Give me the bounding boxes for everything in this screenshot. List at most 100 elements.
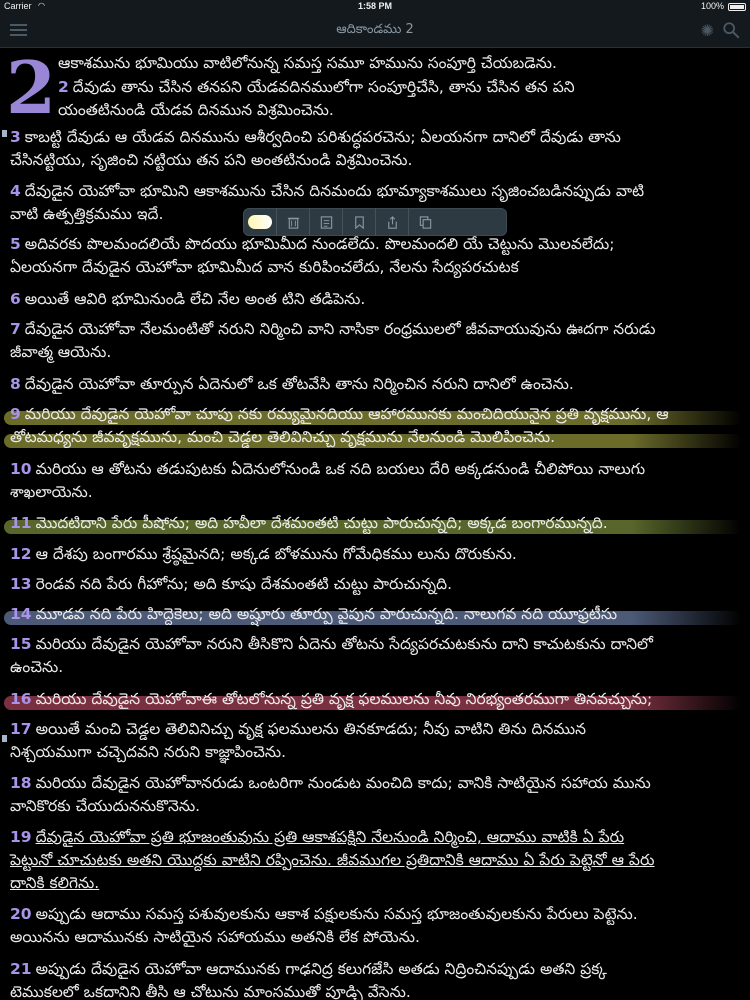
verse-number: 12 [10,545,32,563]
verse-text: నిశ్చయముగా చచ్చెదవని నరుని కాజ్ఞాపించెను… [10,743,287,761]
verse-number: 16 [10,690,32,708]
verse-text: ఆ దేశపు బంగారము శ్రేష్ఠమైనది; అక్కడ బోళమ… [35,545,517,563]
verse-13[interactable]: 13 రెండవ నది పేరు గీహోను; అది కూషు దేశమంత… [10,573,740,596]
verse-action-popup [243,208,507,236]
copy-icon [419,215,432,229]
clock: 1:58 PM [357,1,392,11]
menu-icon[interactable] [10,24,27,37]
verse-text: అయినను ఆదామునకు సాటియైన సహాయము అతనికి లే… [10,928,420,946]
verse-number: 3 [10,128,21,146]
delete-button[interactable] [277,208,310,236]
verse-text: ఏలయనగా దేవుడైన యెహోవా భూమిమీద వాన కురిపి… [10,258,519,276]
verse-number: 6 [10,290,21,308]
verse-number: 5 [10,235,21,253]
verse-number: 8 [10,375,21,393]
verse-text: టెముకలలో ఒకదానిని తీసి ఆ చోటును మాంసముతో… [10,983,411,1000]
verse-8[interactable]: 8 దేవుడైన యెహోవా తూర్పున ఏదెనులో ఒక తోటవే… [10,373,740,396]
verse-text: దేవుడైన యెహోవా ప్రతి భూజంతువును ప్రతి ఆక… [35,828,625,846]
verse-number: 14 [10,605,32,623]
chapter-content[interactable]: 2 ఆకాశమును భూమియు వాటిలోనున్న సమస్త సమూ … [0,48,750,1000]
verse-text: దేవుడు తాను చేసిన తనపని యేడవదినములోగా సం… [72,78,575,96]
verse-number: 20 [10,905,32,923]
verse-text: అప్పుడు ఆదాము సమస్త పశువులకును ఆకాశ పక్ష… [35,905,638,923]
chapter-number: 2 [6,48,57,130]
verse-16[interactable]: 16 మరియు దేవుడైన యెహోవాఈ తోటలోనున్న ప్రతి… [10,688,740,711]
verse-text: అయితే ఆవిరి భూమినుండి లేచి నేల అంత టిని … [24,290,366,308]
verse-text: కాబట్టి దేవుడు ఆ యేడవ దినమును ఆశీర్వదించ… [24,128,621,146]
verse-number: 21 [10,960,32,978]
verse-7[interactable]: 7 దేవుడైన యెహోవా నేలమంటితో నరుని నిర్మించ… [10,318,740,364]
verse-text: ఆకాశమును భూమియు వాటిలోనున్న సమస్త సమూ హమ… [58,54,557,72]
bookmark-marker[interactable] [2,130,7,137]
verse-19[interactable]: 19 దేవుడైన యెహోవా ప్రతి భూజంతువును ప్రతి … [10,826,740,895]
verse-text: దేవుడైన యెహోవా తూర్పున ఏదెనులో ఒక తోటవేస… [24,375,574,393]
verse-number: 18 [10,774,32,792]
battery-icon [728,3,746,11]
verse-11[interactable]: 11 మొదటిదాని పేరు పీషోను; అది హవీలా దేశమం… [10,512,740,535]
copy-button[interactable] [409,208,442,236]
verse-12[interactable]: 12 ఆ దేశపు బంగారము శ్రేష్ఠమైనది; అక్కడ బో… [10,543,740,566]
verse-text: అప్పుడు దేవుడైన యెహోవా ఆదామునకు గాఢనిద్ర… [35,960,607,978]
verse-text: మరియు దేవుడైన యెహోవానరుడు ఒంటరిగా నుండుట… [35,774,651,792]
verse-6[interactable]: 6 అయితే ఆవిరి భూమినుండి లేచి నేల అంత టిని… [10,288,740,311]
note-icon [320,215,332,229]
bookmark-button[interactable] [343,208,376,236]
verse-15[interactable]: 15 మరియు దేవుడైన యెహోవా నరుని తీసికొని ఏద… [10,633,740,679]
verse-text: తోటమధ్యను జీవవృక్షమును, మంచి చెడ్డల తెలి… [10,428,556,446]
chapter-title: ఆదికాండము 2 [0,22,750,40]
verse-number: 7 [10,320,21,338]
share-icon [387,215,397,229]
verse-text: మరియు ఆ తోటను తడుపుటకు ఏదెనులోనుండి ఒక న… [35,460,646,478]
verse-text: అయితే మంచి చెడ్డల తెలివినిచ్చు వృక్ష ఫలమ… [35,720,587,738]
verse-number: 4 [10,182,21,200]
status-bar: Carrier ◠ 1:58 PM 100% [0,0,750,14]
verse-text: పెట్టునో చూచుటకు అతని యొద్దకు వాటిని రప్… [10,851,655,869]
verse-number: 19 [10,828,32,846]
verse-2[interactable]: 2 దేవుడు తాను చేసిన తనపని యేడవదినములోగా స… [58,76,740,122]
share-button[interactable] [376,208,409,236]
verse-text: మొదటిదాని పేరు పీషోను; అది హవీలా దేశమంతట… [35,514,608,532]
verse-text: ఉంచెను. [10,658,64,676]
verse-20[interactable]: 20 అప్పుడు ఆదాము సమస్త పశువులకును ఆకాశ పక… [10,903,740,949]
verse-text: దేవుడైన యెహోవా నేలమంటితో నరుని నిర్మించి… [24,320,656,338]
verse-text: దేవుడైన యెహోవా భూమిని ఆకాశమును చేసిన దిన… [24,182,645,200]
verse-text: మూడవ నది పేరు హిద్దెకెలు; అది అష్షూరు తూ… [35,605,618,623]
verse-number: 2 [58,78,69,96]
brightness-icon[interactable]: ✺ [701,21,714,40]
verse-3[interactable]: 3 కాబట్టి దేవుడు ఆ యేడవ దినమును ఆశీర్వదిం… [10,126,740,172]
trash-icon [287,217,299,229]
verse-21[interactable]: 21 అప్పుడు దేవుడైన యెహోవా ఆదామునకు గాఢనిద… [10,958,740,1000]
highlight-color-icon [248,215,272,229]
verse-18[interactable]: 18 మరియు దేవుడైన యెహోవానరుడు ఒంటరిగా నుండ… [10,772,740,818]
search-icon[interactable] [722,21,740,39]
verse-10[interactable]: 10 మరియు ఆ తోటను తడుపుటకు ఏదెనులోనుండి ఒక… [10,458,740,504]
verse-number: 17 [10,720,32,738]
bookmark-icon [354,215,364,229]
verse-number: 13 [10,575,32,593]
nav-bar: ఆదికాండము 2 ✺ [0,14,750,48]
verse-text: యంతటినుండి యేడవ దినమున విశ్రమించెను. [58,101,334,119]
chapter-title-label[interactable]: ఆదికాండము 2 [336,22,414,37]
verse-text: మరియు దేవుడైన యెహోవా నరుని తీసికొని ఏదెన… [35,635,653,653]
verse-number: 15 [10,635,32,653]
verse-text: చేసినట్టియు, సృజించి నట్టియు తన పని అంతట… [10,151,413,169]
verse-text: అదివరకు పొలమందలియే పొదయు భూమిమీద నుండలేద… [24,235,615,253]
battery-percent: 100% [700,1,724,11]
verse-17[interactable]: 17 అయితే మంచి చెడ్డల తెలివినిచ్చు వృక్ష ఫ… [10,718,740,764]
highlight-color-button[interactable] [244,208,277,236]
verse-1[interactable]: ఆకాశమును భూమియు వాటిలోనున్న సమస్త సమూ హమ… [58,52,740,75]
verse-number: 9 [10,405,21,423]
verse-5[interactable]: 5 అదివరకు పొలమందలియే పొదయు భూమిమీద నుండలే… [10,233,740,279]
verse-14[interactable]: 14 మూడవ నది పేరు హిద్దెకెలు; అది అష్షూరు … [10,603,740,626]
verse-number: 11 [10,514,32,532]
verse-text: మరియు దేవుడైన యెహోవా చూపు నకు రమ్యమైనదియ… [24,405,669,423]
note-marker[interactable] [2,735,7,742]
verse-9[interactable]: 9 మరియు దేవుడైన యెహోవా చూపు నకు రమ్యమైనది… [10,403,740,449]
verse-text: జీవాత్మ ఆయెను. [10,343,112,361]
verse-text: దానికి కలిగెను. [10,874,100,892]
verse-number: 10 [10,460,32,478]
note-button[interactable] [310,208,343,236]
verse-text: శాఖలాయెను. [10,483,93,501]
verse-text: వాటి ఉత్పత్తిక్రమము ఇదే. [10,205,164,223]
verse-text: వానికొరకు చేయుదుననుకొనెను. [10,797,201,815]
